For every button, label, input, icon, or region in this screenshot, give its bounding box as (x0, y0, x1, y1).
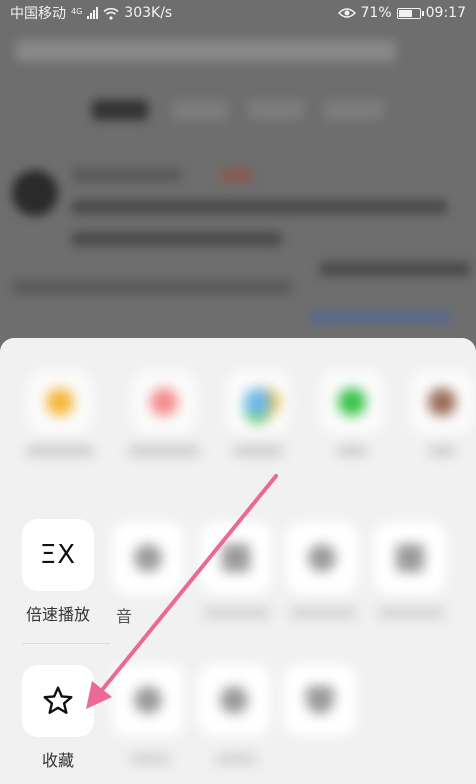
status-left: 中国移动 4G 303K/s (10, 3, 172, 23)
function-row-blur (100, 498, 476, 628)
function-tile[interactable] (286, 522, 358, 594)
favorite-button[interactable]: 收藏 (22, 665, 94, 771)
share-apps-row (0, 338, 476, 498)
battery-percent: 71% (360, 5, 392, 21)
function-tile[interactable] (112, 664, 184, 736)
status-right: 71% 09:17 (337, 5, 466, 21)
tab-blur (172, 100, 228, 120)
tab-blur (92, 100, 148, 120)
text-line-blur (72, 168, 182, 182)
author-avatar-blur (12, 170, 58, 216)
article-title-blur (16, 40, 396, 62)
speed-play-button[interactable]: ΞX 倍速播放 (22, 519, 94, 625)
status-bar: 中国移动 4G 303K/s 71% 09:17 (0, 0, 476, 26)
partial-menu-label: 音 (116, 607, 133, 626)
star-icon (43, 686, 73, 714)
text-line-blur (222, 168, 252, 182)
row-divider (22, 643, 110, 644)
text-line-blur (12, 280, 292, 294)
function-tile[interactable] (284, 664, 356, 736)
function-tile[interactable] (374, 522, 446, 594)
function-tile[interactable] (112, 522, 184, 594)
network-type: 4G (71, 7, 83, 16)
signal-icon (87, 7, 99, 19)
tab-blur (324, 100, 384, 120)
eye-icon (337, 8, 356, 18)
text-line-blur (320, 262, 470, 276)
clock: 09:17 (425, 5, 466, 21)
battery-icon (396, 7, 424, 19)
favorite-label: 收藏 (41, 751, 74, 770)
share-app[interactable] (128, 370, 200, 456)
function-tile[interactable] (198, 664, 270, 736)
share-app[interactable] (222, 370, 294, 456)
share-app[interactable] (406, 370, 476, 456)
speed-play-tile[interactable]: ΞX (22, 519, 94, 591)
carrier-name: 中国移动 (10, 6, 66, 22)
text-line-blur (72, 232, 282, 246)
function-row-blur (100, 648, 390, 784)
wifi-icon (103, 7, 119, 20)
network-speed: 303K/s (124, 5, 173, 21)
tab-blur (248, 100, 304, 120)
share-sheet: ΞX 倍速播放 音 收藏 (0, 338, 476, 784)
favorite-tile[interactable] (22, 665, 94, 737)
share-app[interactable] (24, 370, 96, 456)
speed-play-icon: ΞX (39, 540, 77, 570)
share-app[interactable] (316, 370, 388, 456)
text-line-blur (310, 310, 450, 324)
function-tile[interactable] (200, 522, 272, 594)
speed-play-label: 倍速播放 (25, 605, 90, 624)
text-line-blur (72, 200, 447, 214)
